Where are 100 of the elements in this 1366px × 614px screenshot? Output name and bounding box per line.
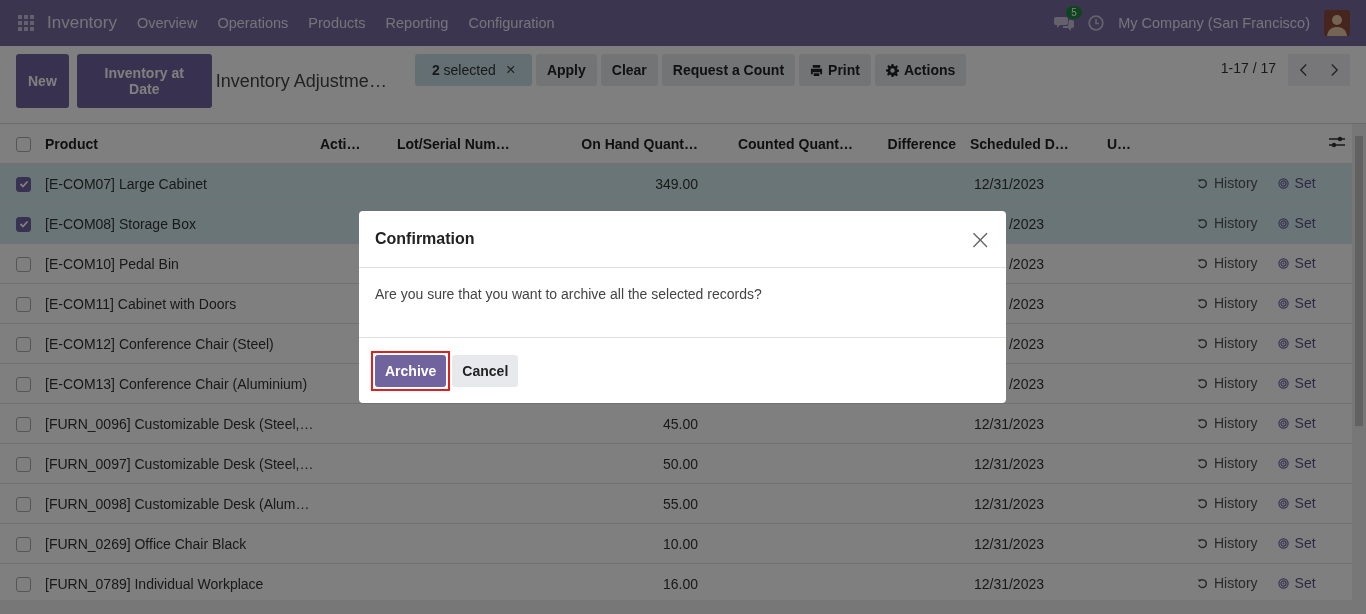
table-cell-text: /2023 (1007, 375, 1044, 392)
set-link[interactable]: Set (1277, 495, 1316, 512)
column-header[interactable]: Product (45, 135, 98, 152)
set-link[interactable]: Set (1277, 375, 1316, 392)
history-link[interactable]: History (1197, 535, 1258, 552)
table-cell: [FURN_0269] Office Chair Black (45, 535, 247, 552)
clock-icon[interactable] (1088, 15, 1105, 31)
target-icon (1277, 337, 1289, 349)
app-name[interactable]: Inventory (47, 13, 117, 33)
column-header[interactable]: Lot/Serial Num… (397, 135, 510, 152)
toolbar-button[interactable]: Inventory at Date (76, 54, 212, 108)
action-button[interactable]: Print (799, 54, 871, 86)
history-link[interactable]: History (1197, 295, 1258, 312)
app-grid-icon[interactable] (18, 15, 34, 31)
table-cell-text: 12/31/2023 (972, 415, 1044, 432)
company-switcher[interactable]: My Company (San Francisco) (1118, 15, 1310, 31)
table-cell-text: 12/31/2023 (972, 175, 1044, 192)
set-link[interactable]: Set (1277, 335, 1316, 352)
table-cell-text: /2023 (1007, 295, 1044, 312)
history-link[interactable]: History (1197, 455, 1258, 472)
next-page-button[interactable] (1319, 54, 1350, 86)
table-cell: [E-COM10] Pedal Bin (45, 255, 179, 272)
action-button[interactable]: Request a Count (661, 54, 796, 86)
user-avatar[interactable] (1324, 10, 1350, 36)
table-row[interactable]: [E-COM07] Large Cabinet 349.00 12/31/2023 History Set (0, 163, 1352, 204)
menu-item[interactable]: Configuration (468, 15, 555, 31)
history-link[interactable]: History (1197, 175, 1258, 192)
action-button[interactable]: Apply (535, 54, 597, 86)
row-checkbox[interactable] (16, 496, 31, 512)
history-icon (1197, 537, 1208, 549)
menu-item[interactable]: Reporting (385, 15, 449, 31)
set-link[interactable]: Set (1277, 255, 1316, 272)
row-checkbox[interactable] (16, 336, 31, 352)
table-cell: 45.00 (662, 415, 698, 432)
table-cell: [E-COM08] Storage Box (45, 215, 196, 232)
row-checkbox[interactable] (16, 536, 31, 552)
history-link[interactable]: History (1197, 575, 1258, 592)
column-header[interactable]: U… (1107, 135, 1132, 152)
column-settings-icon[interactable] (1329, 135, 1345, 149)
table-cell: 349.00 (655, 175, 698, 192)
target-icon (1277, 297, 1289, 309)
table-row[interactable]: [FURN_0269] Office Chair Black 10.00 12/31/2023 History Set (0, 523, 1352, 564)
table-cell: 16.00 (662, 575, 698, 592)
select-all-checkbox[interactable] (16, 136, 31, 152)
target-icon (1277, 177, 1289, 189)
row-checkbox[interactable] (16, 456, 31, 472)
history-link[interactable]: History (1197, 415, 1258, 432)
menu-item[interactable]: Operations (217, 15, 289, 31)
table-row[interactable]: [FURN_0097] Customizable Desk (Steel,… 50.00 12/31/2023 History Set (0, 443, 1352, 484)
column-header[interactable]: Scheduled D… (970, 135, 1069, 152)
set-link[interactable]: Set (1277, 415, 1316, 432)
row-checkbox[interactable] (16, 376, 31, 392)
vertical-scrollbar[interactable] (1352, 124, 1366, 600)
menu-item[interactable]: Overview (136, 15, 198, 31)
history-link[interactable]: History (1197, 215, 1258, 232)
set-link[interactable]: Set (1277, 295, 1316, 312)
row-checkbox[interactable] (16, 576, 31, 592)
target-icon (1277, 377, 1289, 389)
clear-selection-button[interactable]: × (505, 60, 516, 80)
history-link[interactable]: History (1197, 495, 1258, 512)
column-header[interactable]: Difference (887, 135, 956, 152)
table-row[interactable]: [FURN_0098] Customizable Desk (Alum… 55.00 12/31/2023 History Set (0, 483, 1352, 524)
history-icon (1197, 217, 1208, 229)
target-icon (1277, 217, 1289, 229)
action-button[interactable]: Clear (600, 54, 658, 86)
history-icon (1197, 457, 1208, 469)
history-link[interactable]: History (1197, 375, 1258, 392)
dialog-button[interactable]: Cancel (452, 354, 519, 387)
dialog-button[interactable]: Archive (375, 354, 447, 387)
row-checkbox[interactable] (16, 176, 31, 192)
toolbar-button[interactable]: New (16, 54, 69, 108)
target-icon (1277, 577, 1289, 589)
target-icon (1277, 417, 1289, 429)
row-checkbox[interactable] (16, 296, 31, 312)
gear-icon (885, 63, 899, 77)
table-cell: [E-COM12] Conference Chair (Steel) (45, 335, 274, 352)
set-link[interactable]: Set (1277, 215, 1316, 232)
column-header[interactable]: On Hand Quant… (581, 135, 698, 152)
history-icon (1197, 257, 1208, 269)
row-checkbox[interactable] (16, 216, 31, 232)
dialog-message: Are you sure that you want to archive all the selected records? (375, 286, 762, 302)
action-button[interactable]: Actions (874, 54, 967, 86)
menu-item[interactable]: Products (308, 15, 366, 31)
history-link[interactable]: History (1197, 255, 1258, 272)
set-link[interactable]: Set (1277, 455, 1316, 472)
column-header[interactable]: Counted Quant… (737, 135, 853, 152)
column-header[interactable]: Acti… (320, 135, 361, 152)
table-cell: [FURN_0789] Individual Workplace (45, 575, 264, 592)
set-link[interactable]: Set (1277, 175, 1316, 192)
pager-value[interactable]: 1-17 / 17 (1220, 60, 1276, 76)
previous-page-button[interactable] (1288, 54, 1319, 86)
history-link[interactable]: History (1197, 335, 1258, 352)
history-icon (1197, 417, 1208, 429)
set-link[interactable]: Set (1277, 535, 1316, 552)
chat-icon[interactable] (1054, 15, 1075, 31)
set-link[interactable]: Set (1277, 575, 1316, 592)
row-checkbox[interactable] (16, 416, 31, 432)
row-checkbox[interactable] (16, 256, 31, 272)
checkmark-icon (18, 179, 29, 190)
history-icon (1197, 297, 1208, 309)
